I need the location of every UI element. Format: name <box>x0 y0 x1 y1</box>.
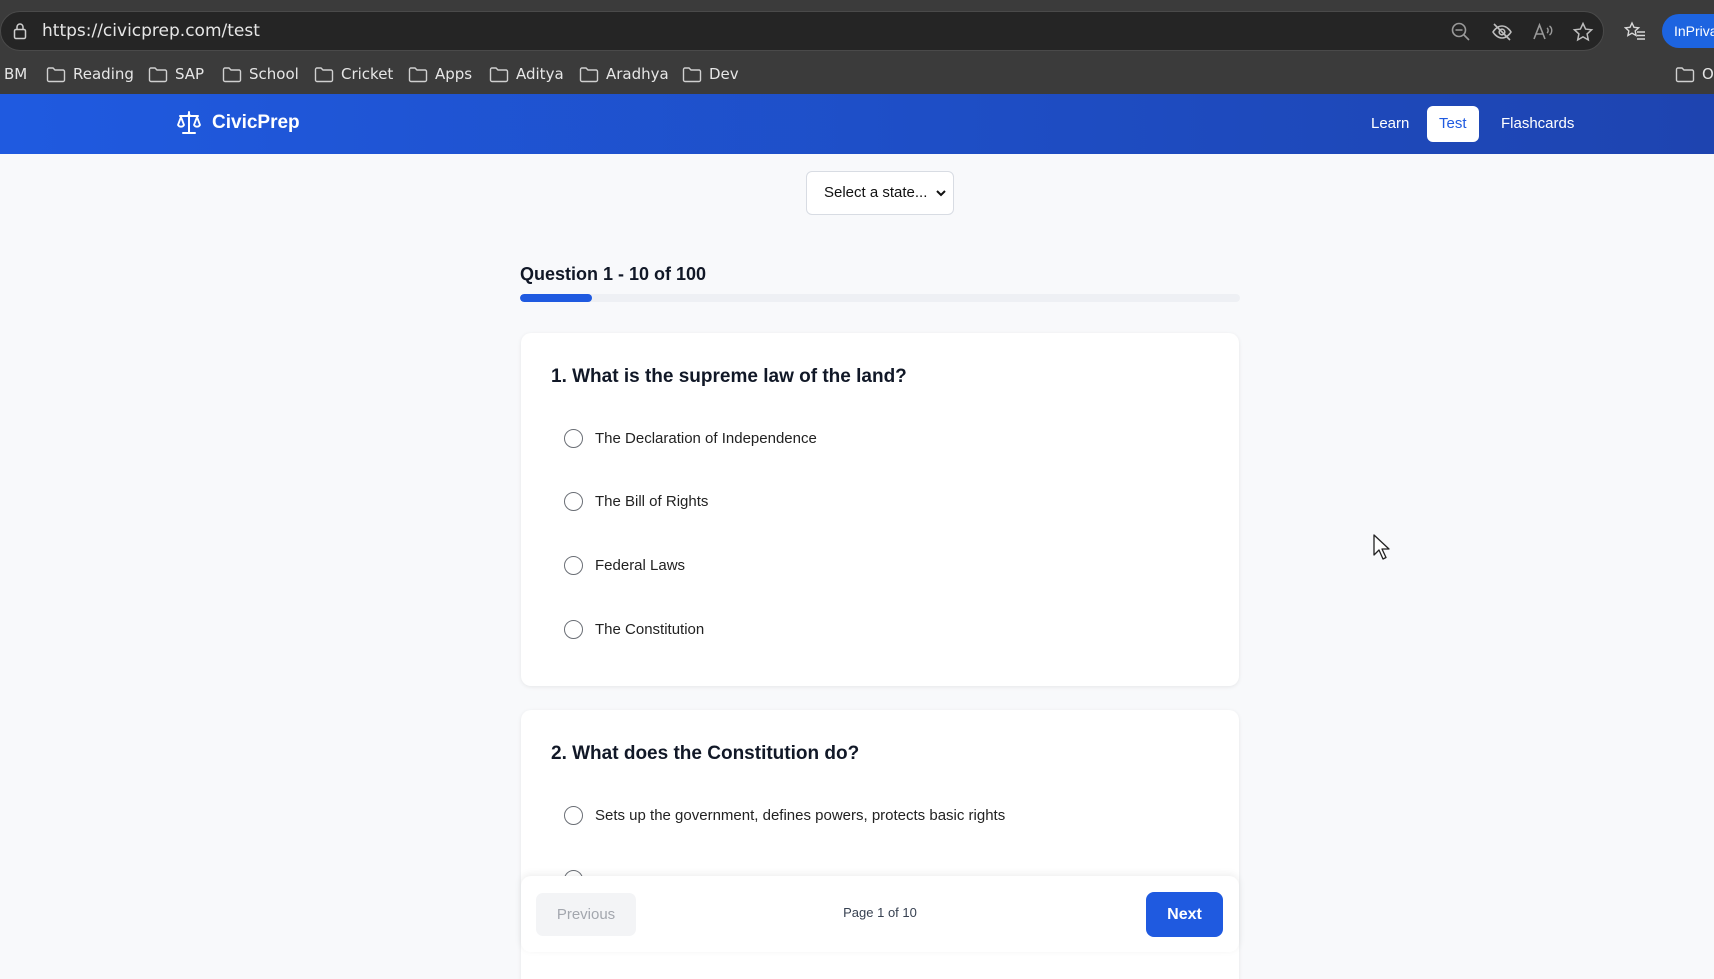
answer-option[interactable]: Sets up the government, defines powers, … <box>564 803 1164 827</box>
radio-button[interactable] <box>564 805 583 825</box>
bookmark-reading[interactable]: Reading <box>46 62 134 86</box>
progress-label: Question 1 - 10 of 100 <box>520 264 707 284</box>
bookmark-label: Apps <box>435 65 473 83</box>
folder-icon <box>579 66 599 82</box>
question-card: 1. What is the supreme law of the land? … <box>521 333 1239 686</box>
progress-bar <box>520 294 1240 302</box>
next-button[interactable]: Next <box>1146 892 1223 937</box>
scales-icon <box>177 111 201 134</box>
radio-button[interactable] <box>564 619 583 639</box>
bookmark-dev[interactable]: Dev <box>682 62 739 86</box>
folder-icon <box>1675 66 1695 82</box>
nav-test[interactable]: Test <box>1427 106 1479 142</box>
answer-option[interactable]: The Constitution <box>564 617 1164 641</box>
option-label: Federal Laws <box>595 556 686 574</box>
bookmark-sap[interactable]: SAP <box>148 62 204 86</box>
answer-option[interactable]: Federal Laws <box>564 553 1164 577</box>
chevron-down-icon <box>936 190 946 197</box>
tracking-prevention-icon[interactable] <box>1491 21 1513 43</box>
mouse-cursor-icon <box>1373 534 1390 560</box>
bookmark-label: O <box>1702 65 1714 83</box>
pagination-bar: Previous Page 1 of 10 Next <box>521 876 1239 952</box>
address-bar[interactable]: https://civicprep.com/test <box>0 11 1604 51</box>
app-header: CivicPrep Learn Test Flashcards <box>0 94 1714 154</box>
folder-icon <box>408 66 428 82</box>
bookmark-aradhya[interactable]: Aradhya <box>579 62 669 86</box>
inprivate-badge[interactable]: InPrivate <box>1662 14 1714 48</box>
folder-icon <box>682 66 702 82</box>
question-title: 1. What is the supreme law of the land? <box>551 366 907 387</box>
bookmarks-bar: BM Reading SAP School Cricket Apps Adity… <box>0 62 1714 86</box>
folder-icon <box>148 66 168 82</box>
lock-icon[interactable] <box>13 22 27 40</box>
read-aloud-icon[interactable] <box>1531 21 1553 43</box>
radio-button[interactable] <box>564 428 583 448</box>
nav-flashcards[interactable]: Flashcards <box>1489 106 1586 142</box>
brand-logo[interactable]: CivicPrep <box>176 110 300 136</box>
bookmark-label: Aradhya <box>606 65 669 83</box>
bookmark-label: Dev <box>709 65 739 83</box>
bookmark-label: School <box>249 65 299 83</box>
browser-chrome: https://civicprep.com/test InPrivate BM … <box>0 0 1714 94</box>
page-info: Page 1 of 10 <box>843 905 917 920</box>
answer-option[interactable]: The Declaration of Independence <box>564 426 1164 450</box>
folder-icon <box>489 66 509 82</box>
favorites-icon[interactable] <box>1624 20 1646 42</box>
progress-fill <box>520 294 592 302</box>
folder-icon <box>46 66 66 82</box>
bookmark-label: Reading <box>73 65 134 83</box>
bookmark-label: Cricket <box>341 65 394 83</box>
option-label: The Constitution <box>595 620 705 638</box>
radio-button[interactable] <box>564 555 583 575</box>
nav-learn[interactable]: Learn <box>1359 106 1421 142</box>
url-text[interactable]: https://civicprep.com/test <box>42 21 260 41</box>
folder-icon <box>222 66 242 82</box>
folder-icon <box>314 66 334 82</box>
option-label: Sets up the government, defines powers, … <box>595 806 1006 824</box>
bookmark-label: BM <box>4 65 28 83</box>
question-title: 2. What does the Constitution do? <box>551 743 860 764</box>
bookmark-apps[interactable]: Apps <box>408 62 472 86</box>
bookmark-other[interactable]: O <box>1675 62 1714 86</box>
answer-option[interactable]: The Bill of Rights <box>564 489 1164 513</box>
favorite-star-icon[interactable] <box>1572 21 1594 43</box>
zoom-out-icon[interactable] <box>1450 21 1472 43</box>
bookmark-label: SAP <box>175 65 205 83</box>
state-select[interactable]: Select a state... <box>806 171 954 215</box>
brand-name: CivicPrep <box>212 112 300 133</box>
state-select-value: Select a state... <box>824 184 928 201</box>
bookmark-cricket[interactable]: Cricket <box>314 62 393 86</box>
option-label: The Declaration of Independence <box>595 429 817 447</box>
bookmark-label: Aditya <box>516 65 564 83</box>
option-label: The Bill of Rights <box>595 492 709 510</box>
radio-button[interactable] <box>564 491 583 511</box>
bookmark-school[interactable]: School <box>222 62 299 86</box>
bookmark-bm[interactable]: BM <box>4 62 27 86</box>
bookmark-aditya[interactable]: Aditya <box>489 62 564 86</box>
